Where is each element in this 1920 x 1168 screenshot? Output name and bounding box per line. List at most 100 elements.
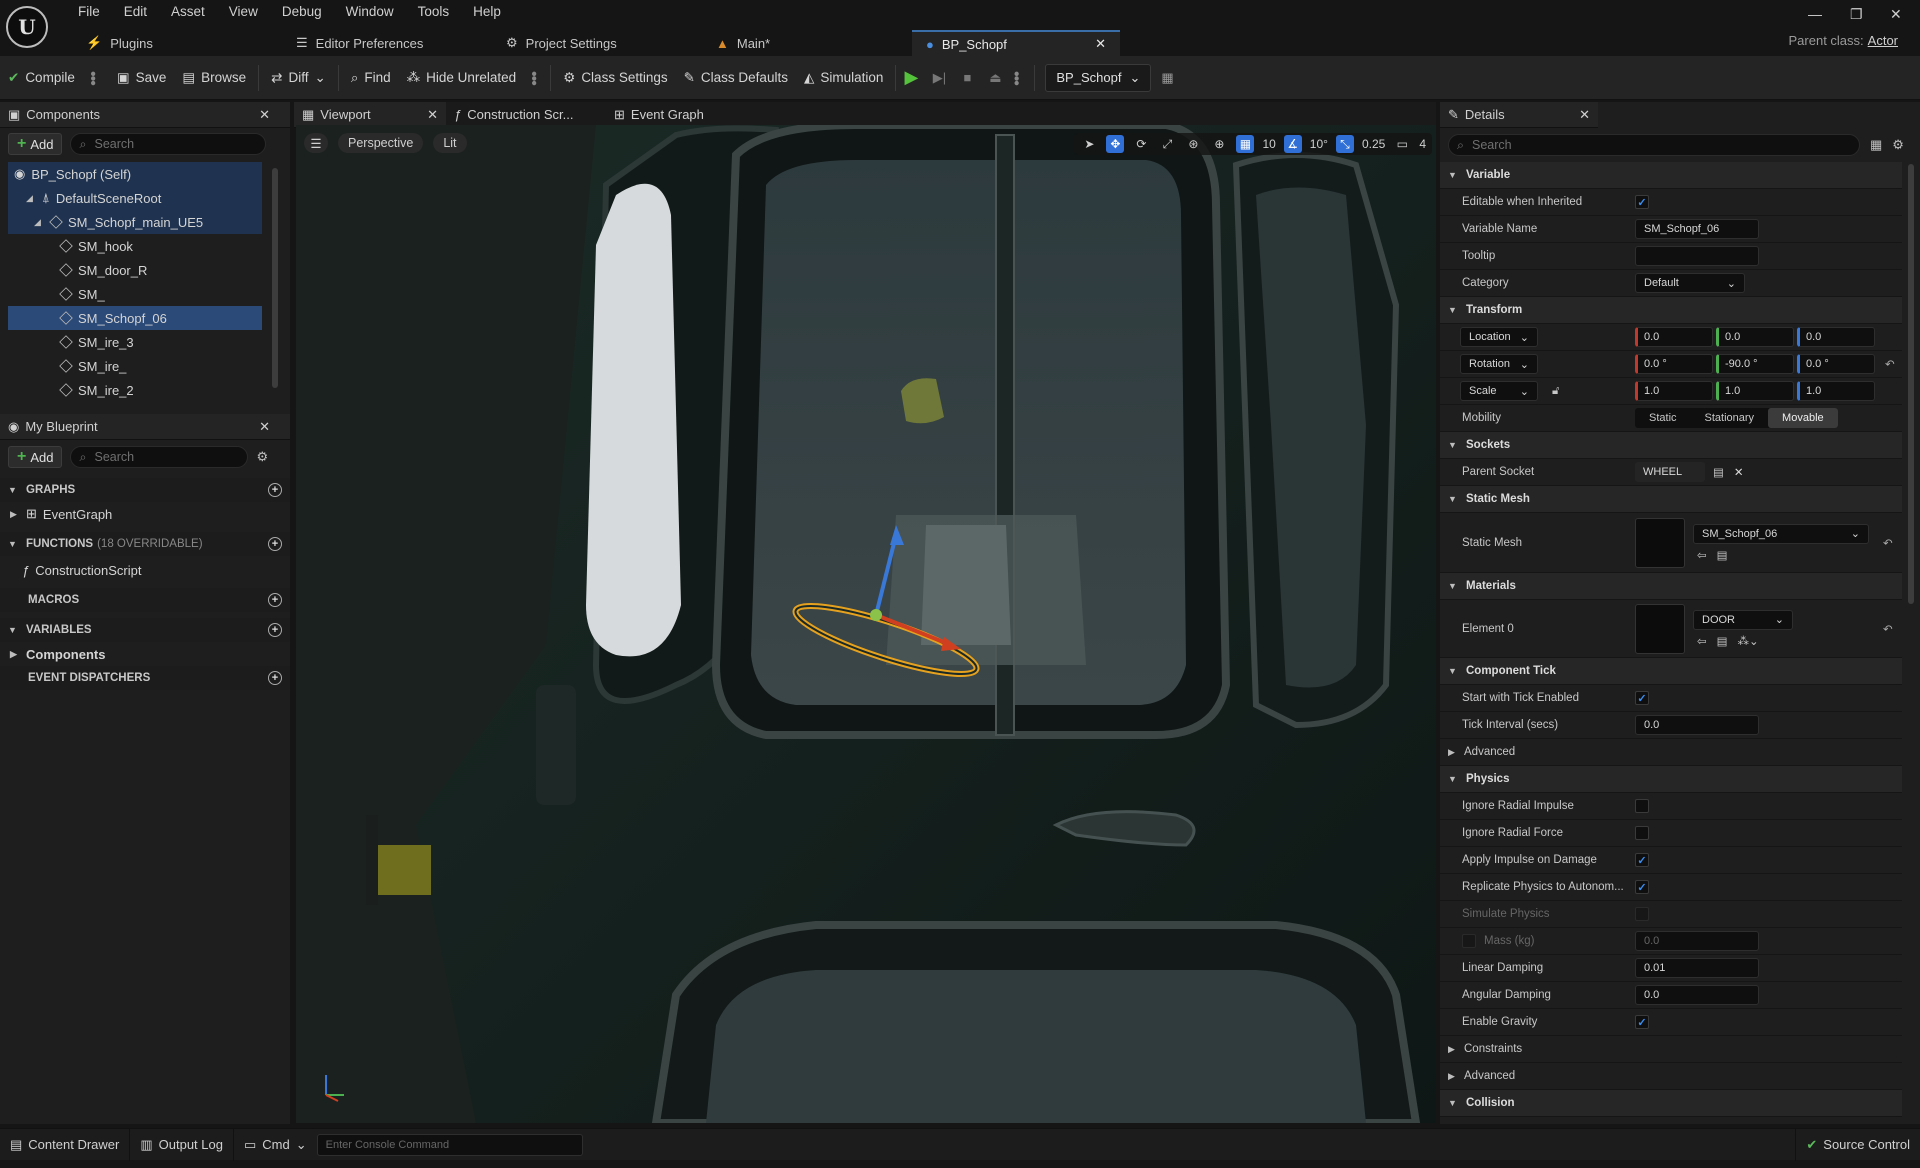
ignore-radial-force-checkbox[interactable] bbox=[1635, 826, 1649, 840]
tab-plugins[interactable]: ⚡ Plugins bbox=[72, 30, 282, 56]
select-mode-icon[interactable]: ➤ bbox=[1080, 135, 1098, 153]
my-blueprint-search-input[interactable]: ⌕ Search bbox=[70, 446, 249, 468]
ignore-radial-impulse-checkbox[interactable] bbox=[1635, 799, 1649, 813]
viewport-menu-icon[interactable]: ☰ bbox=[304, 133, 328, 153]
static-mesh-dropdown[interactable]: SM_Schopf_06 ⌄ bbox=[1693, 523, 1869, 544]
viewport[interactable]: ☰ Perspective Lit ➤ ✥ ⟳ ⤢ ⊛ ⊕ ▦ 10 ∡ 10° ⤡… bbox=[296, 125, 1436, 1123]
class-defaults-button[interactable]: ✎ Class Defaults bbox=[676, 56, 796, 100]
editable-checkbox[interactable]: ✓ bbox=[1635, 195, 1649, 209]
add-function-icon[interactable]: + bbox=[268, 537, 282, 551]
use-selected-icon[interactable]: ⇦ bbox=[1697, 634, 1707, 648]
play-options-icon[interactable]: ••• bbox=[1006, 71, 1024, 85]
rotation-x[interactable]: 0.0 ° bbox=[1635, 354, 1713, 374]
mobility-movable[interactable]: Movable bbox=[1768, 408, 1838, 428]
location-y[interactable]: 0.0 bbox=[1716, 327, 1794, 347]
section-transform[interactable]: ▼ Transform bbox=[1440, 297, 1902, 324]
components-scrollbar[interactable] bbox=[272, 168, 278, 388]
source-control-button[interactable]: ✔ Source Control bbox=[1795, 1128, 1920, 1161]
section-component-tick[interactable]: ▼ Component Tick bbox=[1440, 658, 1902, 685]
use-selected-icon[interactable]: ⇦ bbox=[1697, 548, 1707, 562]
scale-y[interactable]: 1.0 bbox=[1716, 381, 1794, 401]
lock-icon[interactable]: 🔓︎ bbox=[1552, 385, 1559, 398]
hide-unrelated-button[interactable]: ⁂ Hide Unrelated bbox=[399, 56, 525, 100]
section-collision[interactable]: ▼ Collision bbox=[1440, 1090, 1902, 1117]
perspective-button[interactable]: Perspective bbox=[338, 133, 424, 153]
angle-snap-value[interactable]: 10° bbox=[1310, 137, 1328, 151]
row-physics-advanced[interactable]: ▶ Advanced bbox=[1440, 1063, 1902, 1090]
browse-button[interactable]: ▤ Browse bbox=[174, 56, 254, 100]
compile-button[interactable]: ✔ Compile bbox=[0, 56, 83, 100]
surface-snap-icon[interactable]: ⊕ bbox=[1210, 135, 1228, 153]
tree-item-sm[interactable]: SM_ bbox=[8, 282, 262, 306]
section-variable[interactable]: ▼ Variable bbox=[1440, 162, 1902, 189]
menu-debug[interactable]: Debug bbox=[270, 4, 334, 20]
expand-arrow-icon[interactable]: ▶ bbox=[10, 509, 20, 520]
scale-snap-icon[interactable]: ⤡ bbox=[1335, 135, 1354, 153]
menu-file[interactable]: File bbox=[66, 4, 112, 20]
gear-icon[interactable]: ⚙ bbox=[1892, 137, 1904, 153]
function-item-construction-script[interactable]: ƒ ConstructionScript bbox=[0, 556, 290, 584]
tooltip-field[interactable] bbox=[1635, 246, 1759, 266]
add-graph-icon[interactable]: + bbox=[268, 483, 282, 497]
rotation-z[interactable]: 0.0 ° bbox=[1797, 354, 1875, 374]
my-blueprint-tab[interactable]: ◉ My Blueprint ✕ bbox=[0, 414, 290, 440]
debug-object-dropdown[interactable]: BP_Schopf ⌄ bbox=[1045, 63, 1152, 92]
variable-name-field[interactable]: SM_Schopf_06 bbox=[1635, 219, 1759, 239]
scale-mode-icon[interactable]: ⤢ bbox=[1158, 135, 1176, 153]
save-button[interactable]: ▣ Save bbox=[109, 56, 175, 100]
stop-icon[interactable]: ■ bbox=[956, 67, 978, 89]
gear-icon[interactable]: ⚙ bbox=[256, 449, 268, 465]
add-macro-icon[interactable]: + bbox=[268, 593, 282, 607]
browse-asset-icon[interactable]: ▤ bbox=[1717, 634, 1728, 648]
angle-snap-icon[interactable]: ∡ bbox=[1283, 135, 1302, 153]
parent-class-link[interactable]: Actor bbox=[1868, 33, 1898, 48]
menu-edit[interactable]: Edit bbox=[112, 4, 159, 20]
content-drawer-button[interactable]: ▤ Content Drawer bbox=[0, 1128, 131, 1161]
details-scrollbar[interactable] bbox=[1908, 164, 1914, 604]
menu-tools[interactable]: Tools bbox=[406, 4, 462, 20]
section-sockets[interactable]: ▼ Sockets bbox=[1440, 432, 1902, 459]
close-icon[interactable]: ✕ bbox=[259, 419, 270, 435]
scale-mode-dropdown[interactable]: Scale ⌄ bbox=[1460, 381, 1538, 401]
simulation-button[interactable]: ◭ Simulation bbox=[796, 56, 891, 100]
browse-socket-icon[interactable]: ▤ bbox=[1713, 465, 1724, 479]
row-constraints[interactable]: ▶ Constraints bbox=[1440, 1036, 1902, 1063]
details-tab[interactable]: ✎ Details ✕ bbox=[1440, 102, 1598, 128]
camera-speed-icon[interactable]: ▭ bbox=[1393, 135, 1411, 153]
add-member-button[interactable]: + Add bbox=[8, 446, 63, 468]
add-variable-icon[interactable]: + bbox=[268, 623, 282, 637]
unreal-logo-icon[interactable]: U bbox=[6, 6, 48, 48]
row-tick-advanced[interactable]: ▶ Advanced bbox=[1440, 739, 1902, 766]
location-x[interactable]: 0.0 bbox=[1635, 327, 1713, 347]
compile-options-icon[interactable]: ••• bbox=[83, 71, 101, 85]
tab-main-level[interactable]: ▲ Main* bbox=[702, 30, 912, 56]
eject-icon[interactable]: ⏏ bbox=[984, 67, 1006, 89]
static-mesh-thumbnail[interactable] bbox=[1635, 517, 1685, 568]
start-tick-checkbox[interactable]: ✓ bbox=[1635, 691, 1649, 705]
tree-item-self[interactable]: ◉ BP_Schopf (Self) bbox=[8, 162, 262, 186]
location-z[interactable]: 0.0 bbox=[1797, 327, 1875, 347]
restore-icon[interactable]: ❐ bbox=[1850, 6, 1863, 23]
apply-impulse-checkbox[interactable]: ✓ bbox=[1635, 853, 1649, 867]
rotation-mode-dropdown[interactable]: Rotation ⌄ bbox=[1460, 354, 1538, 374]
collapse-arrow-icon[interactable]: ◢ bbox=[34, 217, 44, 228]
reset-to-default-icon[interactable]: ↶ bbox=[1883, 536, 1893, 550]
tree-item-sm-door-r[interactable]: SM_door_R bbox=[8, 258, 262, 282]
close-window-icon[interactable]: ✕ bbox=[1890, 6, 1902, 23]
mobility-stationary[interactable]: Stationary bbox=[1691, 408, 1769, 428]
material-thumbnail[interactable] bbox=[1635, 603, 1685, 654]
tab-project-settings[interactable]: ⚙ Project Settings bbox=[492, 30, 702, 56]
cmd-dropdown[interactable]: ▭ Cmd ⌄ bbox=[234, 1129, 317, 1161]
scale-z[interactable]: 1.0 bbox=[1797, 381, 1875, 401]
lit-button[interactable]: Lit bbox=[433, 133, 467, 153]
tab-bp-schopf[interactable]: ● BP_Schopf ✕ bbox=[912, 30, 1120, 56]
graph-item-event-graph[interactable]: ▶ ⊞ EventGraph bbox=[0, 502, 290, 526]
collapse-arrow-icon[interactable]: ◢ bbox=[26, 193, 36, 204]
section-physics[interactable]: ▼ Physics bbox=[1440, 766, 1902, 793]
material-dropdown[interactable]: DOOR ⌄ bbox=[1693, 609, 1793, 630]
find-button[interactable]: ⌕ Find bbox=[343, 56, 399, 100]
class-settings-button[interactable]: ⚙ Class Settings bbox=[555, 56, 675, 100]
play-icon[interactable]: ▶ bbox=[900, 67, 922, 89]
tree-item-default-scene-root[interactable]: ◢ ⍋ DefaultSceneRoot bbox=[8, 186, 262, 210]
minimize-icon[interactable]: — bbox=[1808, 6, 1822, 22]
